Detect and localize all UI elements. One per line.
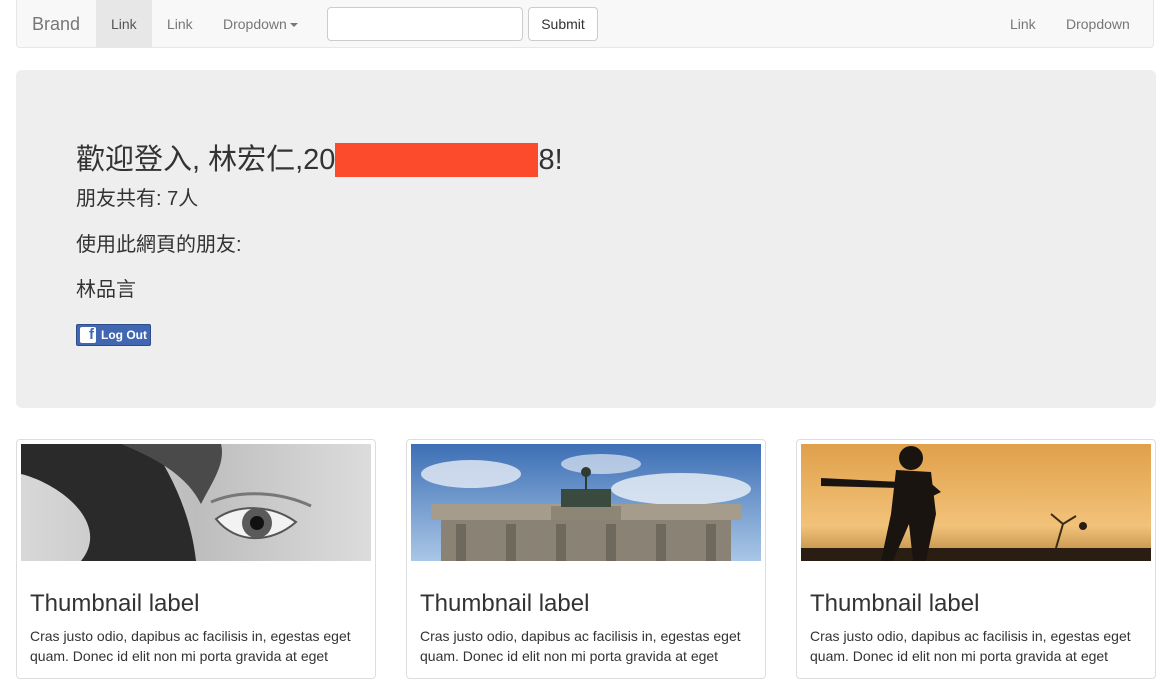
- nav-dropdown-right[interactable]: Dropdown: [1051, 0, 1153, 76]
- thumbnail-label: Thumbnail label: [810, 590, 980, 617]
- thumbnail-image-cricket: [801, 444, 1151, 561]
- nav-dropdown-left[interactable]: Dropdown: [208, 0, 313, 48]
- redaction-block: [335, 143, 539, 177]
- thumbnail-text: Cras justo odio, dapibus ac facilisis in…: [420, 628, 741, 664]
- submit-button[interactable]: Submit: [528, 7, 598, 41]
- search-input[interactable]: [327, 7, 523, 41]
- welcome-prefix: 歡迎登入, 林宏仁,20: [76, 144, 336, 176]
- facebook-logout-button[interactable]: f Log Out: [76, 324, 151, 346]
- logout-label: Log Out: [101, 328, 147, 342]
- jumbotron: 歡迎登入, 林宏仁,20 8! 朋友共有: 7人 使用此網頁的朋友: 林品言 f …: [16, 70, 1156, 408]
- thumbnail-card: Thumbnail label Cras justo odio, dapibus…: [406, 439, 766, 679]
- nav-link[interactable]: Link: [152, 0, 208, 48]
- thumbnail-image-gate: [411, 444, 761, 561]
- friend-name: 林品言: [76, 279, 136, 301]
- thumbnail-text: Cras justo odio, dapibus ac facilisis in…: [30, 628, 351, 664]
- welcome-suffix: 8!: [538, 144, 563, 176]
- thumbnail-label: Thumbnail label: [420, 590, 590, 617]
- dropdown-label: Dropdown: [1066, 16, 1130, 32]
- welcome-heading: 歡迎登入, 林宏仁,20 8!: [76, 136, 563, 178]
- facebook-icon: f: [80, 326, 96, 343]
- thumbnail-text: Cras justo odio, dapibus ac facilisis in…: [810, 628, 1131, 664]
- nav-link-right[interactable]: Link: [995, 0, 1051, 48]
- using-friends-label: 使用此網頁的朋友:: [76, 234, 242, 256]
- thumbnail-label: Thumbnail label: [30, 590, 200, 617]
- nav-link-active[interactable]: Link: [96, 0, 152, 48]
- friend-count: 朋友共有: 7人: [76, 188, 199, 210]
- thumbnail-image-eye: [21, 444, 371, 561]
- navbar: Brand Link Link Dropdown Submit Link Dro…: [16, 0, 1154, 76]
- brand-link[interactable]: Brand: [32, 14, 80, 35]
- caret-down-icon: [289, 23, 298, 28]
- thumbnail-card: Thumbnail label Cras justo odio, dapibus…: [16, 439, 376, 679]
- dropdown-label: Dropdown: [223, 16, 287, 32]
- thumbnail-card: Thumbnail label Cras justo odio, dapibus…: [796, 439, 1156, 679]
